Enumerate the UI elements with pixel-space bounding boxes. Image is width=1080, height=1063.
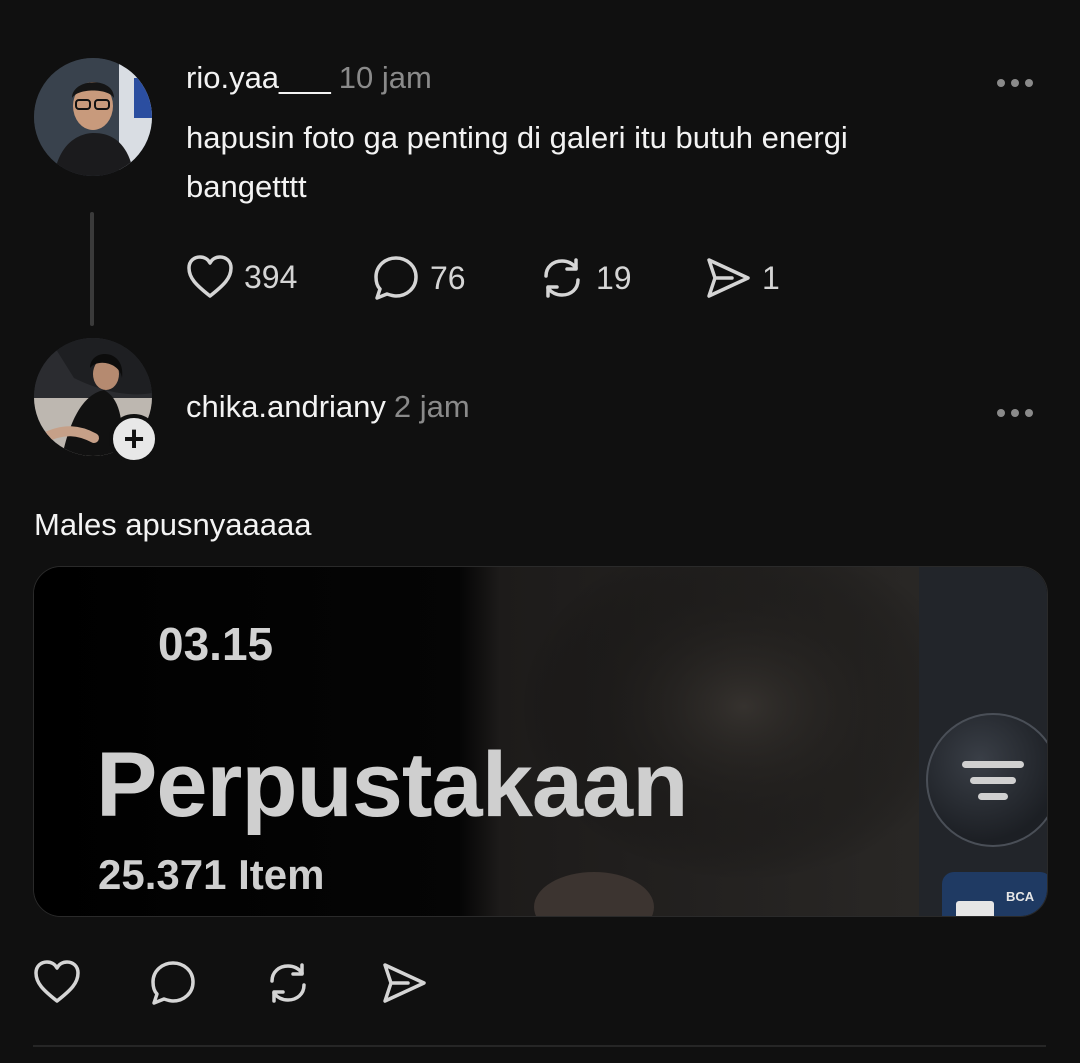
avatar-rio[interactable] (34, 58, 152, 176)
thread-line (90, 212, 94, 326)
post1-repost-count: 19 (596, 259, 632, 296)
repost-icon (270, 963, 306, 1003)
follow-plus-icon[interactable]: + (109, 414, 159, 464)
bca-badge: BCA (1006, 889, 1035, 904)
post1-share-count: 1 (762, 259, 780, 296)
post2-time: 2 jam (393, 389, 470, 424)
post1-share-button[interactable]: 1 (704, 254, 780, 302)
post2-media[interactable]: 03.15 Perpustakaan 25.371 Item BCA (33, 566, 1048, 917)
post2-comment-button[interactable] (149, 959, 197, 1007)
post1-more-icon[interactable] (996, 66, 1034, 89)
filter-icon (962, 761, 1024, 800)
post1-header: rio.yaa___ 10 jam (186, 60, 432, 96)
repost-icon (544, 258, 580, 298)
share-icon (383, 963, 426, 1003)
avatar-rio-image (34, 58, 152, 176)
post1-text: hapusin foto ga penting di galeri itu bu… (186, 120, 848, 204)
post2-more-icon[interactable] (996, 396, 1034, 419)
post1-time: 10 jam (338, 60, 432, 95)
post1-comment-button[interactable]: 76 (372, 254, 466, 302)
post1-like-button[interactable]: 394 (186, 254, 297, 300)
media-count: 25.371 Item (98, 851, 325, 898)
post2-like-button[interactable] (33, 959, 81, 1005)
post-divider (33, 1045, 1046, 1047)
media-date: 03.15 (158, 618, 274, 670)
comment-icon (151, 961, 195, 1005)
heart-icon (187, 255, 233, 298)
post2-share-button[interactable] (380, 959, 428, 1007)
post1-comment-count: 76 (430, 259, 466, 296)
post2-text: Males apusnyaaaaa (34, 507, 312, 542)
post1-username[interactable]: rio.yaa___ (186, 60, 331, 96)
filter-button[interactable] (926, 713, 1047, 847)
media-title: Perpustakaan (96, 734, 688, 836)
post2-header: chika.andriany 2 jam (186, 389, 470, 425)
comment-icon (374, 256, 418, 300)
post2-repost-button[interactable] (264, 959, 312, 1007)
share-icon (707, 258, 750, 298)
post1-like-count: 394 (244, 258, 298, 295)
post1-repost-button[interactable]: 19 (538, 254, 632, 302)
heart-icon (34, 960, 80, 1003)
post2-username[interactable]: chika.andriany (186, 389, 386, 425)
